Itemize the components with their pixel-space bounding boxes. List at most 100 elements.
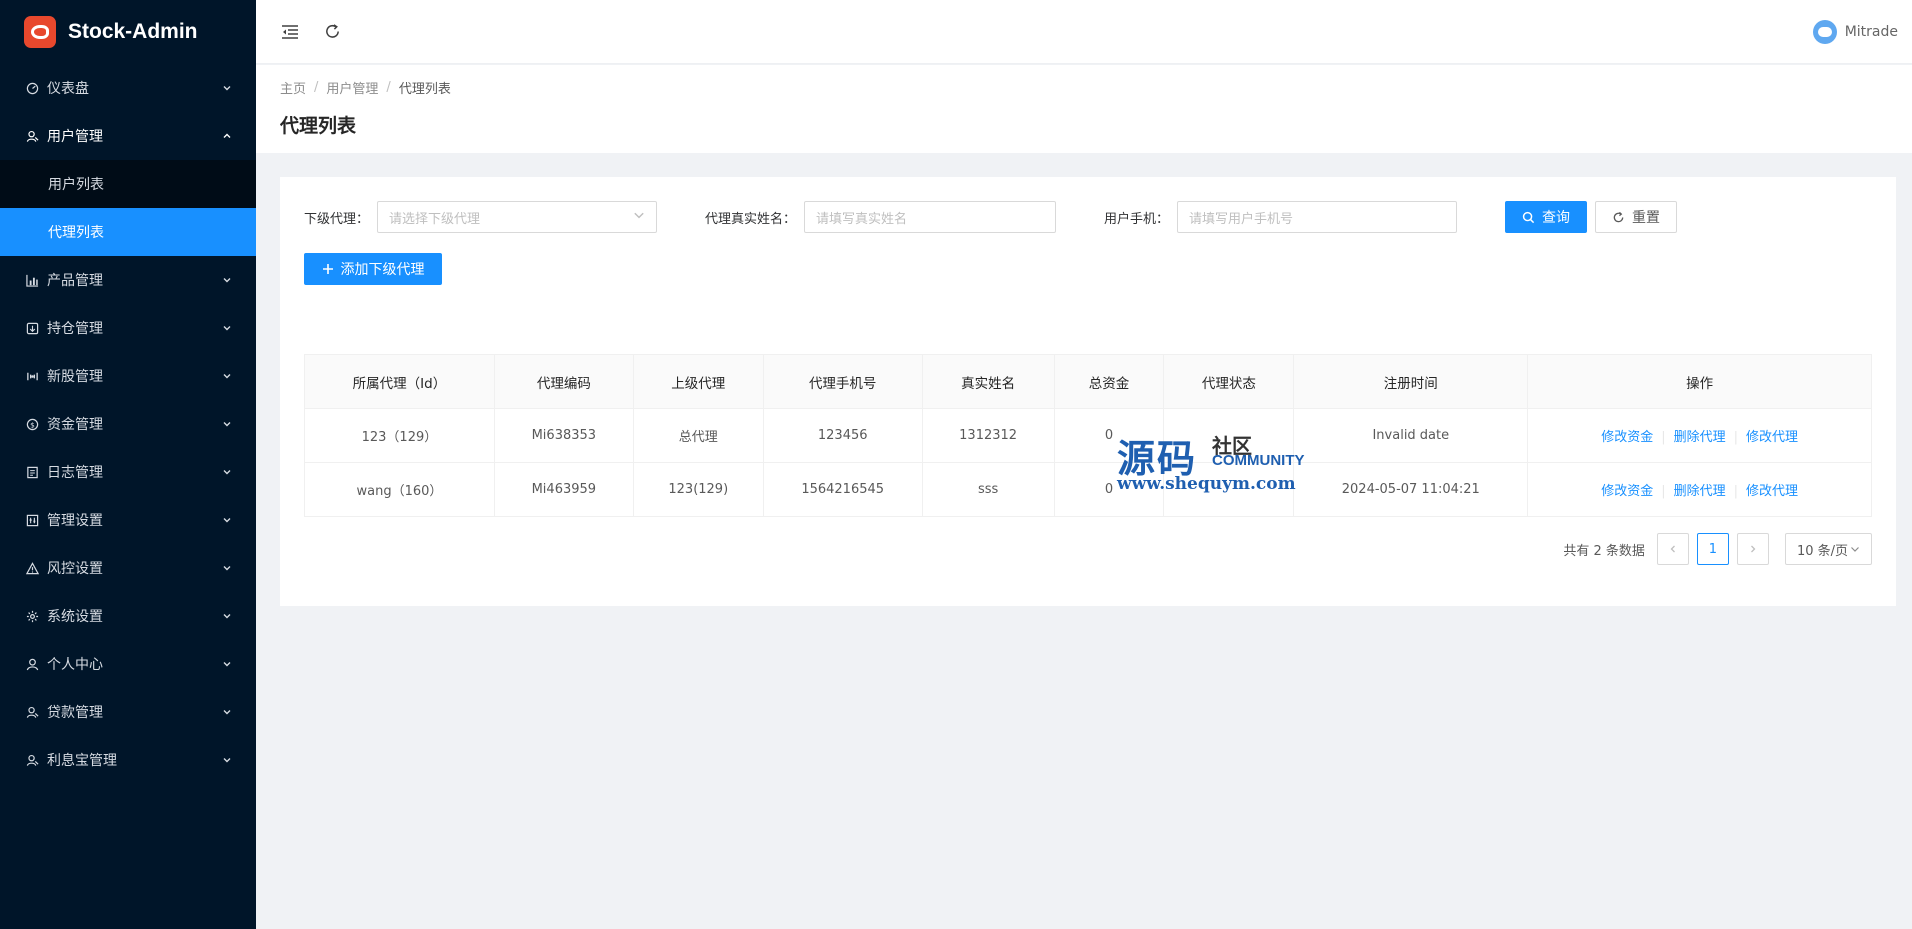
- reset-button-label: 重置: [1632, 210, 1661, 226]
- col-code: 代理编码: [493, 354, 634, 409]
- sidebar-item-label: 资金管理: [47, 417, 103, 433]
- cell-agent: 123（129）: [304, 408, 495, 463]
- chevron-down-icon: [220, 513, 234, 527]
- sidebar-item-label: 产品管理: [47, 273, 103, 289]
- svg-text:$: $: [30, 420, 35, 429]
- sidebar-item-label: 管理设置: [47, 513, 103, 529]
- dashboard-icon: [24, 80, 40, 96]
- reset-button[interactable]: 重置: [1595, 201, 1678, 233]
- page-title: 代理列表: [280, 115, 357, 137]
- page-size-select[interactable]: 10 条/页: [1784, 533, 1872, 565]
- sidebar-item-product-management[interactable]: 产品管理: [0, 256, 256, 304]
- app-title: Stock-Admin: [68, 20, 198, 43]
- sidebar-item-dashboard[interactable]: 仪表盘: [0, 64, 256, 112]
- prev-page-button[interactable]: [1656, 533, 1689, 565]
- cell-agent: wang（160）: [304, 462, 495, 517]
- action-divider: |: [1661, 484, 1666, 499]
- col-actions: 操作: [1527, 354, 1872, 409]
- col-agent: 所属代理（Id）: [304, 354, 495, 409]
- phone-input[interactable]: 请填写用户手机号: [1177, 201, 1458, 233]
- refresh-icon[interactable]: [320, 20, 344, 44]
- cell-actions: 修改资金 | 删除代理 | 修改代理: [1527, 408, 1872, 463]
- cell-total-funds: 0: [1053, 462, 1165, 517]
- chevron-down-icon: [220, 321, 234, 335]
- avatar: [1812, 20, 1837, 44]
- ipo-icon: [24, 368, 40, 384]
- table-row: 123（129） Mi638353 总代理 123456 1312312 0 I…: [304, 408, 1872, 463]
- chevron-down-icon: [633, 209, 645, 225]
- table-row: wang（160） Mi463959 123(129) 1564216545 s…: [304, 462, 1872, 517]
- reset-icon: [1612, 211, 1625, 224]
- sidebar-item-position-management[interactable]: 持仓管理: [0, 304, 256, 352]
- user-manage-icon: [24, 128, 40, 144]
- chart-icon: [24, 272, 40, 288]
- sub-agent-label: 下级代理：: [304, 211, 370, 227]
- breadcrumb-user-management[interactable]: 用户管理: [326, 78, 378, 97]
- sidebar-item-label: 用户管理: [47, 129, 103, 145]
- edit-agent-link[interactable]: 修改代理: [1738, 484, 1806, 499]
- cell-real-name: 1312312: [921, 408, 1055, 463]
- sub-agent-placeholder: 请选择下级代理: [389, 211, 481, 227]
- filter-form: 下级代理： 请选择下级代理 代理真实姓名： 请填写真实姓名 用户手机： 请填写用…: [304, 201, 1872, 233]
- col-status: 代理状态: [1163, 354, 1295, 409]
- gear-icon: [24, 608, 40, 624]
- sidebar-item-label: 日志管理: [47, 465, 103, 481]
- sidebar-item-log-management[interactable]: 日志管理: [0, 448, 256, 496]
- sidebar-item-admin-settings[interactable]: 管理设置: [0, 496, 256, 544]
- delete-agent-link[interactable]: 删除代理: [1666, 430, 1734, 445]
- search-button-label: 查询: [1542, 210, 1571, 226]
- cell-phone: 1564216545: [762, 462, 923, 517]
- sidebar-item-user-management[interactable]: 用户管理: [0, 112, 256, 160]
- edit-funds-link[interactable]: 修改资金: [1593, 484, 1661, 499]
- chevron-down-icon: [220, 369, 234, 383]
- sidebar-item-personal-center[interactable]: 个人中心: [0, 640, 256, 688]
- sidebar-item-interest-management[interactable]: 利息宝管理: [0, 736, 256, 784]
- chevron-down-icon: [220, 273, 234, 287]
- sidebar-item-label: 个人中心: [47, 657, 103, 673]
- action-divider: |: [1661, 430, 1666, 445]
- sidebar-item-label: 仪表盘: [47, 81, 89, 97]
- pagination: 共有 2 条数据 1 10 条/页: [1563, 533, 1872, 565]
- breadcrumb-separator: /: [314, 80, 319, 95]
- sidebar-item-label: 新股管理: [47, 369, 103, 385]
- real-name-placeholder: 请填写真实姓名: [816, 211, 908, 227]
- cell-phone: 123456: [762, 408, 923, 463]
- logo[interactable]: Stock-Admin: [0, 0, 256, 64]
- col-total-funds: 总资金: [1053, 354, 1165, 409]
- sidebar-item-user-list[interactable]: 用户列表: [0, 160, 256, 208]
- logo-icon: [24, 16, 56, 48]
- cell-actions: 修改资金 | 删除代理 | 修改代理: [1527, 462, 1872, 517]
- edit-funds-link[interactable]: 修改资金: [1593, 430, 1661, 445]
- sidebar-item-fund-management[interactable]: $ 资金管理: [0, 400, 256, 448]
- breadcrumb-home[interactable]: 主页: [280, 78, 306, 97]
- chevron-right-icon: [1750, 545, 1756, 553]
- next-page-button[interactable]: [1736, 533, 1769, 565]
- sidebar-item-label: 风控设置: [47, 561, 103, 577]
- chevron-down-icon: [220, 753, 234, 767]
- sub-agent-select[interactable]: 请选择下级代理: [377, 201, 658, 233]
- real-name-input[interactable]: 请填写真实姓名: [804, 201, 1057, 233]
- delete-agent-link[interactable]: 删除代理: [1666, 484, 1734, 499]
- cell-reg-time: Invalid date: [1293, 408, 1529, 463]
- sidebar-item-agent-list[interactable]: 代理列表: [0, 208, 256, 256]
- cell-code: Mi463959: [493, 462, 634, 517]
- top-header: Mitrade: [256, 0, 1912, 64]
- search-button[interactable]: 查询: [1505, 201, 1588, 233]
- cell-parent: 总代理: [632, 408, 764, 463]
- cell-parent: 123(129): [632, 462, 764, 517]
- submenu-user-management: 用户列表 代理列表: [0, 160, 256, 256]
- sidebar-item-label: 持仓管理: [47, 321, 103, 337]
- sidebar-item-risk-settings[interactable]: 风控设置: [0, 544, 256, 592]
- add-sub-agent-button[interactable]: 添加下级代理: [304, 253, 442, 285]
- user-menu[interactable]: Mitrade: [1812, 20, 1898, 44]
- chevron-down-icon: [220, 609, 234, 623]
- person-icon: [24, 656, 40, 672]
- sidebar-item-loan-management[interactable]: 贷款管理: [0, 688, 256, 736]
- menu-fold-icon[interactable]: [278, 20, 302, 44]
- sidebar-item-label: 贷款管理: [47, 705, 103, 721]
- sidebar-item-ipo-management[interactable]: 新股管理: [0, 352, 256, 400]
- breadcrumb: 主页 / 用户管理 / 代理列表: [280, 78, 1888, 97]
- sidebar-item-system-settings[interactable]: 系统设置: [0, 592, 256, 640]
- page-button-1[interactable]: 1: [1696, 533, 1729, 565]
- edit-agent-link[interactable]: 修改代理: [1738, 430, 1806, 445]
